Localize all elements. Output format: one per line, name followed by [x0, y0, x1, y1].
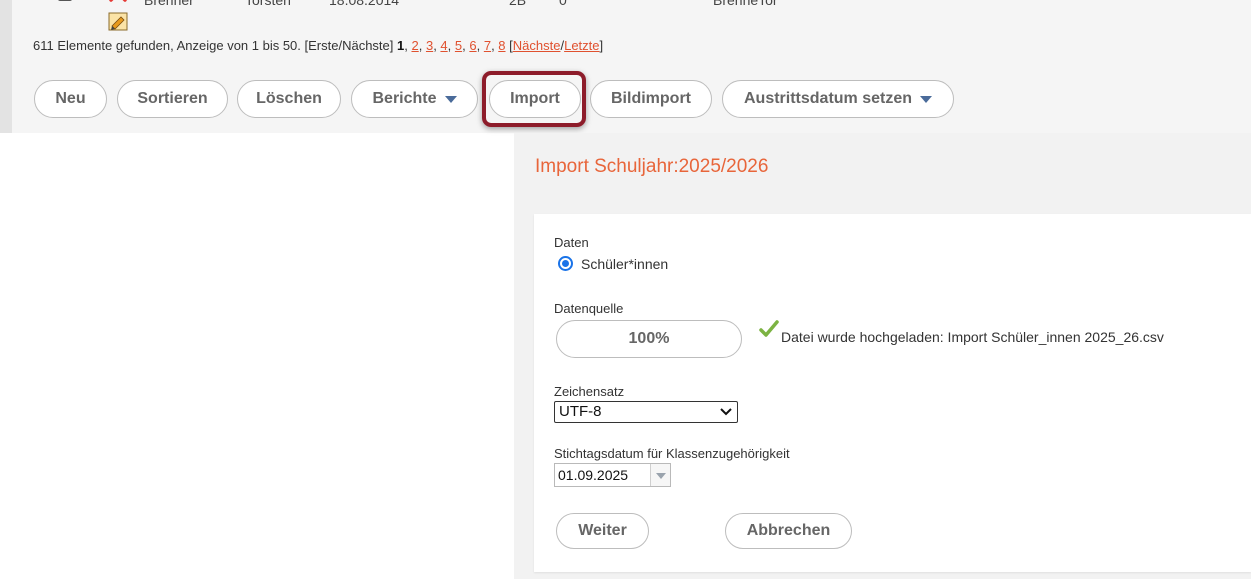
- exit-date-label: Austrittsdatum setzen: [743, 90, 913, 107]
- cell-lastname: Brenner: [144, 0, 194, 8]
- date-dropdown-icon[interactable]: [650, 464, 670, 486]
- charset-select[interactable]: UTF-8: [554, 401, 738, 423]
- cell-username: BrenneTor: [713, 0, 778, 8]
- upload-progress[interactable]: 100%: [556, 320, 742, 358]
- page-link-8[interactable]: 8: [498, 38, 505, 53]
- row-checkbox[interactable]: [58, 0, 72, 1]
- page-link-2[interactable]: 2: [411, 38, 418, 53]
- table-row: Brenner Torsten 18.08.2014 2B 0 BrenneTo…: [0, 0, 1251, 12]
- edit-icon[interactable]: [108, 12, 128, 31]
- cell-count: 0: [559, 0, 567, 8]
- data-label: Daten: [554, 235, 589, 250]
- cancel-button[interactable]: Abbrechen: [725, 513, 852, 549]
- delete-icon[interactable]: [108, 0, 128, 2]
- charset-value: UTF-8: [559, 403, 602, 420]
- caret-down-icon: [444, 95, 457, 103]
- cell-firstname: Torsten: [245, 0, 291, 8]
- students-radio-label[interactable]: Schüler*innen: [581, 256, 668, 272]
- delete-button[interactable]: Löschen: [237, 80, 341, 118]
- date-input[interactable]: 01.09.2025: [554, 463, 671, 487]
- sort-button[interactable]: Sortieren: [117, 80, 228, 118]
- pagination-current: 1: [397, 38, 405, 53]
- reports-button[interactable]: Berichte: [351, 80, 478, 118]
- left-stripe: [0, 0, 12, 133]
- upload-message: Datei wurde hochgeladen: Import Schüler_…: [781, 329, 1164, 345]
- source-label: Datenquelle: [554, 301, 624, 316]
- check-icon: [759, 320, 779, 337]
- page-link-4[interactable]: 4: [440, 38, 447, 53]
- import-highlight-frame: [482, 71, 586, 127]
- page-link-5[interactable]: 5: [455, 38, 462, 53]
- date-value: 01.09.2025: [558, 467, 629, 483]
- last-page-link[interactable]: Letzte: [564, 38, 599, 53]
- chevron-down-icon: [720, 408, 732, 416]
- caret-down-icon: [920, 95, 933, 103]
- next-page-link[interactable]: Nächste: [513, 38, 561, 53]
- charset-label: Zeichensatz: [554, 384, 625, 399]
- page-link-6[interactable]: 6: [469, 38, 476, 53]
- image-import-button[interactable]: Bildimport: [590, 80, 712, 118]
- pagination: 611 Elemente gefunden, Anzeige von 1 bis…: [33, 38, 604, 53]
- students-radio[interactable]: [558, 256, 573, 271]
- next-button[interactable]: Weiter: [556, 513, 649, 549]
- dialog-title: Import Schuljahr:2025/2026: [535, 156, 769, 177]
- cell-date: 18.08.2014: [329, 0, 400, 8]
- cell-class: 2B: [509, 0, 527, 8]
- date-label: Stichtagsdatum für Klassenzugehörigkeit: [554, 446, 790, 461]
- page-link-7[interactable]: 7: [484, 38, 491, 53]
- reports-label: Berichte: [372, 90, 437, 107]
- pagination-summary: 611 Elemente gefunden, Anzeige von 1 bis…: [33, 38, 394, 53]
- exit-date-button[interactable]: Austrittsdatum setzen: [722, 80, 954, 118]
- new-button[interactable]: Neu: [34, 80, 107, 118]
- page-link-3[interactable]: 3: [426, 38, 433, 53]
